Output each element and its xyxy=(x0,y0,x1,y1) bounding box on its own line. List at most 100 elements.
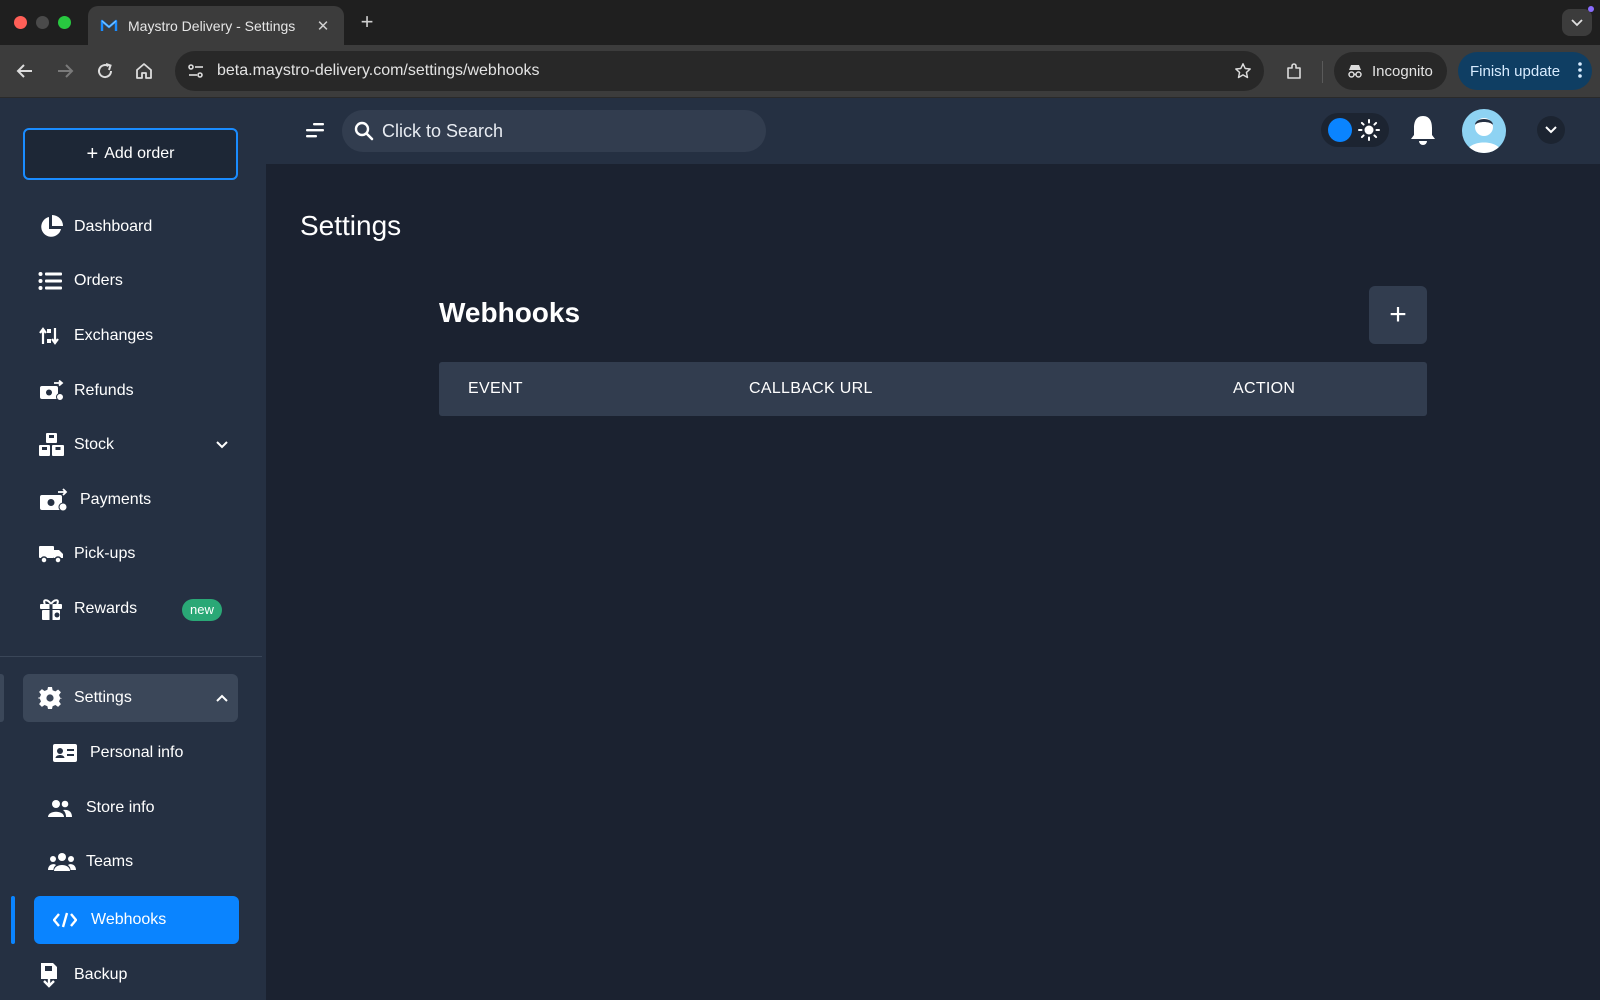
sidebar-item-store-info[interactable]: Store info xyxy=(48,793,154,823)
sidebar-item-rewards[interactable]: Rewards new xyxy=(38,594,228,624)
more-vertical-icon xyxy=(1578,62,1582,78)
sidebar-item-label: Rewards xyxy=(74,600,138,617)
url-text[interactable]: beta.maystro-delivery.com/settings/webho… xyxy=(217,62,1228,80)
sidebar-item-personal-info[interactable]: Personal info xyxy=(52,738,183,768)
sidebar: + Add order Dashboard Orders Exchanges R… xyxy=(0,98,266,1000)
profile-indicator-dot xyxy=(1588,6,1594,12)
active-item-indicator xyxy=(11,896,15,944)
pie-chart-icon xyxy=(38,214,66,240)
incognito-label: Incognito xyxy=(1372,62,1433,80)
sidebar-item-label: Payments xyxy=(80,491,152,508)
sidebar-item-dashboard[interactable]: Dashboard xyxy=(38,212,228,242)
gift-icon xyxy=(38,596,66,622)
sidebar-item-label: Refunds xyxy=(74,382,134,399)
incognito-chip[interactable]: Incognito xyxy=(1334,52,1447,90)
truck-icon xyxy=(38,541,66,567)
users-icon xyxy=(48,795,78,821)
column-header-event: EVENT xyxy=(468,380,523,397)
sidebar-divider xyxy=(0,656,262,657)
sidebar-item-label: Backup xyxy=(74,966,128,983)
window-minimize-button[interactable] xyxy=(36,16,49,29)
home-icon xyxy=(136,63,152,79)
column-header-action: ACTION xyxy=(1233,380,1296,397)
window-maximize-button[interactable] xyxy=(58,16,71,29)
finish-update-button[interactable]: Finish update xyxy=(1458,52,1592,90)
back-button[interactable] xyxy=(12,58,38,84)
add-order-button[interactable]: + Add order xyxy=(23,128,238,180)
sun-icon xyxy=(1358,119,1380,141)
webhooks-table-header: EVENT CALLBACK URL ACTION xyxy=(439,362,1427,416)
sidebar-item-label: Exchanges xyxy=(74,327,154,344)
sidebar-item-label: Teams xyxy=(86,853,134,870)
user-avatar[interactable] xyxy=(1462,109,1506,153)
section-title: Webhooks xyxy=(439,297,581,328)
search-bar[interactable]: Click to Search xyxy=(342,110,766,152)
backup-icon xyxy=(38,962,66,988)
user-menu-dropdown[interactable] xyxy=(1537,116,1565,144)
page-title: Settings xyxy=(300,210,402,241)
sidebar-item-webhooks[interactable]: Webhooks xyxy=(34,896,239,944)
incognito-icon xyxy=(1348,65,1362,78)
browser-tab-strip: Maystro Delivery - Settings ✕ + xyxy=(0,0,1600,45)
gear-icon xyxy=(38,685,66,711)
sidebar-item-exchanges[interactable]: Exchanges xyxy=(38,321,228,351)
plus-icon: + xyxy=(1389,298,1407,331)
toolbar-divider xyxy=(1322,61,1323,83)
window-close-button[interactable] xyxy=(14,16,27,29)
new-badge: new xyxy=(182,599,222,621)
menu-collapse-icon xyxy=(306,123,324,138)
sidebar-item-label: Orders xyxy=(74,272,123,289)
sidebar-item-label: Store info xyxy=(86,799,155,816)
sidebar-item-stock[interactable]: Stock xyxy=(38,430,228,460)
chevron-down-icon xyxy=(1571,18,1583,26)
finish-update-label: Finish update xyxy=(1470,62,1561,80)
extensions-button[interactable] xyxy=(1280,58,1308,86)
add-order-label: Add order xyxy=(104,145,175,162)
team-icon xyxy=(48,849,78,875)
theme-toggle-knob xyxy=(1328,118,1352,142)
tab-title: Maystro Delivery - Settings xyxy=(128,17,296,34)
refund-icon xyxy=(38,378,66,404)
sidebar-item-refunds[interactable]: Refunds xyxy=(38,376,228,406)
menu-toggle-button[interactable] xyxy=(302,118,328,142)
sidebar-item-orders[interactable]: Orders xyxy=(38,266,228,296)
notifications-button[interactable] xyxy=(1407,112,1439,148)
exchange-icon xyxy=(38,323,66,349)
search-placeholder: Click to Search xyxy=(382,120,504,141)
tab-close-icon[interactable]: ✕ xyxy=(314,17,332,35)
code-icon xyxy=(53,912,79,928)
chevron-down-icon xyxy=(1545,126,1557,134)
sidebar-item-settings[interactable]: Settings xyxy=(38,683,228,713)
browser-tab-active[interactable]: Maystro Delivery - Settings ✕ xyxy=(88,6,344,45)
reload-icon xyxy=(98,63,113,79)
sidebar-item-pickups[interactable]: Pick-ups xyxy=(38,539,228,569)
puzzle-icon xyxy=(1287,63,1301,79)
top-app-bar: Click to Search xyxy=(266,98,1600,164)
payments-icon xyxy=(38,487,72,513)
tab-search-button[interactable] xyxy=(1562,9,1592,36)
column-header-callback-url: CALLBACK URL xyxy=(749,380,873,397)
address-bar[interactable]: beta.maystro-delivery.com/settings/webho… xyxy=(175,51,1264,91)
sidebar-item-label: Pick-ups xyxy=(74,545,136,562)
search-icon xyxy=(354,121,374,141)
sidebar-item-payments[interactable]: Payments xyxy=(38,485,228,515)
reload-button[interactable] xyxy=(92,58,118,84)
sidebar-item-teams[interactable]: Teams xyxy=(48,847,133,877)
sidebar-item-label: Stock xyxy=(74,436,115,453)
home-button[interactable] xyxy=(131,58,157,84)
list-icon xyxy=(38,268,66,294)
bell-icon xyxy=(1411,116,1435,145)
sidebar-item-backup[interactable]: Backup xyxy=(38,960,228,990)
site-settings-icon[interactable] xyxy=(183,58,209,84)
add-webhook-button[interactable]: + xyxy=(1369,286,1427,344)
bookmark-star-icon[interactable] xyxy=(1228,56,1258,86)
avatar-silhouette-icon xyxy=(1466,118,1502,153)
plus-icon: + xyxy=(86,143,99,165)
arrow-right-icon xyxy=(58,64,74,78)
theme-toggle[interactable] xyxy=(1321,113,1389,147)
new-tab-button[interactable]: + xyxy=(356,10,378,34)
chevron-up-icon[interactable] xyxy=(216,694,228,702)
sidebar-item-label: Dashboard xyxy=(74,218,153,235)
chevron-down-icon[interactable] xyxy=(216,441,228,449)
forward-button[interactable] xyxy=(52,58,78,84)
